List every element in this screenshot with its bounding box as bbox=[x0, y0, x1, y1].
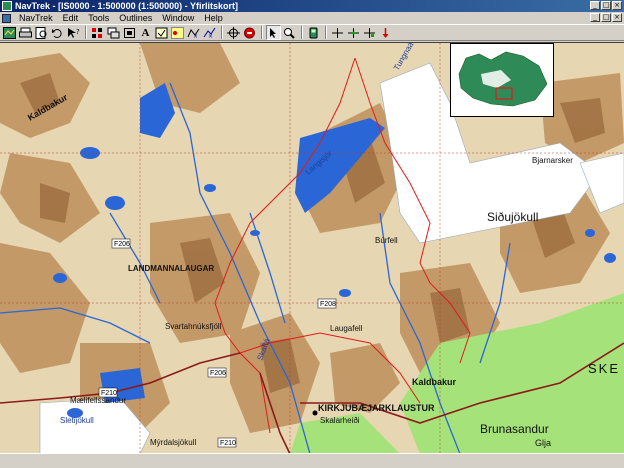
map-icon[interactable] bbox=[2, 25, 17, 40]
doc-close-button[interactable]: × bbox=[612, 13, 622, 22]
toolbar-separator bbox=[85, 26, 87, 39]
menu-edit[interactable]: Edit bbox=[58, 13, 84, 23]
route-icon[interactable]: × bbox=[186, 25, 201, 40]
doc-restore-button[interactable]: □ bbox=[601, 13, 611, 22]
plus-cross-icon[interactable] bbox=[362, 25, 377, 40]
add-icon[interactable] bbox=[330, 25, 345, 40]
label-skalarheidi: Skalarheiði bbox=[320, 416, 360, 425]
label-myrdalsjokull: Mýrdalsjökull bbox=[150, 438, 196, 447]
road-label-f206: F206 bbox=[114, 241, 130, 248]
menu-tools[interactable]: Tools bbox=[83, 13, 114, 23]
grid-icon[interactable] bbox=[90, 25, 105, 40]
layers-icon[interactable] bbox=[106, 25, 121, 40]
label-kaldbakur: Kaldbakur bbox=[412, 377, 457, 387]
preview-icon[interactable] bbox=[34, 25, 49, 40]
minimize-button[interactable]: _ bbox=[590, 1, 600, 10]
map-view[interactable]: Siðujökull Brunasandur Kaldbakur SKE Glj… bbox=[0, 42, 624, 453]
select-icon[interactable] bbox=[154, 25, 169, 40]
menu-navtrek[interactable]: NavTrek bbox=[14, 13, 58, 23]
document-controls: _ □ × bbox=[590, 13, 622, 22]
road-label-f208: F208 bbox=[320, 301, 336, 308]
label-sletijokull: Sletijökull bbox=[60, 416, 94, 425]
frame-icon[interactable] bbox=[122, 25, 137, 40]
route-arrow-icon[interactable] bbox=[378, 25, 393, 40]
move-icon[interactable] bbox=[346, 25, 361, 40]
zoom-icon[interactable] bbox=[282, 25, 297, 40]
toolbar-separator bbox=[221, 26, 223, 39]
overview-inset[interactable] bbox=[450, 43, 554, 117]
stop-icon[interactable] bbox=[242, 25, 257, 40]
menu-help[interactable]: Help bbox=[199, 13, 228, 23]
undo-icon[interactable] bbox=[50, 25, 65, 40]
pointer-icon[interactable] bbox=[266, 25, 281, 40]
target-icon[interactable] bbox=[226, 25, 241, 40]
maximize-button[interactable]: □ bbox=[601, 1, 611, 10]
label-burfell: Búrfell bbox=[375, 236, 398, 245]
close-button[interactable]: × bbox=[612, 1, 622, 10]
window-title: NavTrek - [IS0000 - 1:500000 (1:500000) … bbox=[15, 1, 238, 11]
overview-map-icon bbox=[451, 44, 553, 116]
label-sidujokull: Siðujökull bbox=[487, 210, 538, 224]
menu-outlines[interactable]: Outlines bbox=[114, 13, 157, 23]
waypoint-icon[interactable] bbox=[170, 25, 185, 40]
text-icon[interactable]: A bbox=[138, 25, 153, 40]
track-icon[interactable]: × bbox=[202, 25, 217, 40]
road-label-f210-a: F210 bbox=[101, 390, 117, 397]
doc-minimize-button[interactable]: _ bbox=[590, 13, 600, 22]
toolbar-separator bbox=[261, 26, 263, 39]
svg-text:?: ? bbox=[76, 28, 80, 36]
label-glja: Glja bbox=[535, 438, 551, 448]
label-bjarnarsker: Bjarnarsker bbox=[532, 156, 573, 165]
road-label-f206-b: F206 bbox=[210, 370, 226, 377]
label-brunasandur: Brunasandur bbox=[480, 422, 549, 436]
menu-window[interactable]: Window bbox=[157, 13, 199, 23]
toolbar: ? A × × bbox=[0, 24, 624, 41]
toolbar-separator bbox=[325, 26, 327, 39]
status-bar bbox=[0, 453, 624, 468]
menu-bar: NavTrek Edit Tools Outlines Window Help bbox=[0, 12, 624, 24]
label-laugafell: Laugafell bbox=[330, 324, 363, 333]
title-bar: NavTrek - [IS0000 - 1:500000 (1:500000) … bbox=[0, 0, 624, 12]
svg-text:×: × bbox=[208, 33, 213, 39]
help-pointer-icon[interactable]: ? bbox=[66, 25, 81, 40]
svg-text:×: × bbox=[193, 33, 198, 39]
document-icon[interactable] bbox=[2, 13, 11, 23]
window-controls: _ □ × bbox=[590, 1, 622, 10]
gps-icon[interactable] bbox=[306, 25, 321, 40]
town-marker bbox=[312, 410, 318, 416]
label-svartahnuksfjoll: Svartahnúksfjöll bbox=[165, 322, 222, 331]
print-icon[interactable] bbox=[18, 25, 33, 40]
label-landmannalaugar: LANDMANNALAUGAR bbox=[128, 264, 214, 273]
label-maelifellssandur: Mælifellssandur bbox=[70, 396, 126, 405]
label-ske: SKE bbox=[588, 361, 620, 376]
toolbar-separator bbox=[301, 26, 303, 39]
label-kirkjubaejarklaustur: KIRKJUBÆJARKLAUSTUR bbox=[318, 403, 435, 413]
road-label-f210-b: F210 bbox=[220, 440, 236, 447]
app-icon bbox=[2, 1, 12, 11]
